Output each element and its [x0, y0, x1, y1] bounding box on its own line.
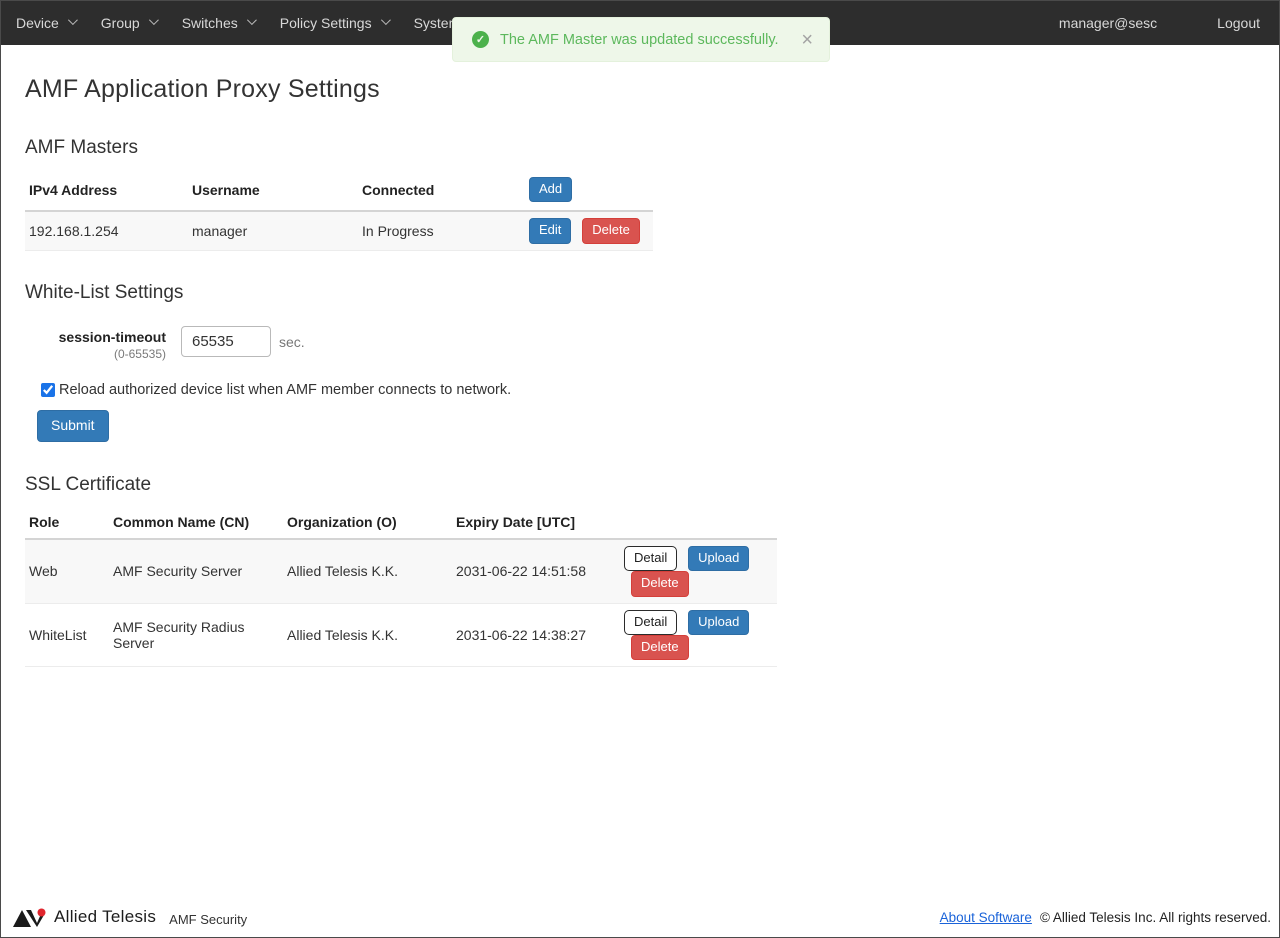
success-check-icon: ✓ — [472, 31, 489, 48]
ssl-certificate-section: SSL Certificate Role Common Name (CN) Or… — [25, 474, 1255, 667]
white-list-heading: White-List Settings — [25, 282, 1255, 304]
delete-button[interactable]: Delete — [631, 635, 689, 660]
footer-right-group: About Software © Allied Telesis Inc. All… — [940, 910, 1271, 925]
actions-cell: Detail Upload Delete — [624, 603, 777, 667]
organization-cell: Allied Telesis K.K. — [287, 539, 456, 603]
username-cell: manager — [192, 211, 362, 250]
page-title: AMF Application Proxy Settings — [25, 75, 1255, 104]
nav-item-label: Switches — [182, 15, 238, 31]
amf-masters-heading: AMF Masters — [25, 137, 1255, 159]
logout-button[interactable]: Logout — [1217, 15, 1264, 31]
chevron-down-icon — [381, 15, 391, 25]
session-timeout-label-group: session-timeout (0-65535) — [25, 326, 166, 361]
session-timeout-label: session-timeout — [25, 329, 166, 345]
amf-masters-section: AMF Masters IPv4 Address Username Connec… — [25, 137, 1255, 251]
nav-item-label: Device — [16, 15, 59, 31]
detail-button[interactable]: Detail — [624, 546, 677, 571]
brand-name: Allied Telesis — [54, 907, 156, 927]
common-name-cell: AMF Security Radius Server — [113, 603, 287, 667]
session-timeout-row: session-timeout (0-65535) sec. — [25, 326, 1255, 361]
table-row: Web AMF Security Server Allied Telesis K… — [25, 539, 777, 603]
product-name: AMF Security — [169, 908, 247, 927]
organization-cell: Allied Telesis K.K. — [287, 603, 456, 667]
table-row: 192.168.1.254 manager In Progress Edit D… — [25, 211, 653, 250]
table-header-row: Role Common Name (CN) Organization (O) E… — [25, 510, 777, 539]
actions-cell: Edit Delete — [529, 211, 653, 250]
success-toast: ✓ The AMF Master was updated successfull… — [452, 17, 830, 62]
logged-in-user: manager@sesc — [1059, 15, 1157, 31]
delete-button[interactable]: Delete — [582, 218, 640, 243]
amf-masters-table: IPv4 Address Username Connected Add 192.… — [25, 173, 653, 251]
chevron-down-icon — [149, 15, 159, 25]
page-footer: Allied Telesis AMF Security About Softwa… — [0, 901, 1280, 937]
column-header-common-name: Common Name (CN) — [113, 510, 287, 539]
column-header-actions — [624, 510, 777, 539]
main-content: AMF Application Proxy Settings AMF Maste… — [0, 75, 1280, 667]
nav-item-switches[interactable]: Switches — [169, 15, 267, 31]
edit-button[interactable]: Edit — [529, 218, 571, 243]
column-header-ipv4: IPv4 Address — [25, 173, 192, 211]
ssl-certificate-heading: SSL Certificate — [25, 474, 1255, 496]
connected-cell: In Progress — [362, 211, 529, 250]
chevron-down-icon — [247, 15, 257, 25]
seconds-unit-label: sec. — [279, 326, 305, 361]
copyright-text: © Allied Telesis Inc. All rights reserve… — [1040, 910, 1271, 925]
column-header-actions: Add — [529, 173, 653, 211]
detail-button[interactable]: Detail — [624, 610, 677, 635]
ipv4-cell: 192.168.1.254 — [25, 211, 192, 250]
upload-button[interactable]: Upload — [688, 546, 749, 571]
session-timeout-input[interactable] — [181, 326, 271, 357]
submit-button[interactable]: Submit — [37, 410, 109, 443]
reload-checkbox-label: Reload authorized device list when AMF m… — [59, 382, 511, 398]
role-cell: WhiteList — [25, 603, 113, 667]
expiry-cell: 2031-06-22 14:51:58 — [456, 539, 624, 603]
nav-right-group: manager@sesc Logout — [1059, 15, 1264, 31]
reload-checkbox-row: Reload authorized device list when AMF m… — [41, 382, 1255, 398]
upload-button[interactable]: Upload — [688, 610, 749, 635]
white-list-section: White-List Settings session-timeout (0-6… — [25, 282, 1255, 443]
about-software-link[interactable]: About Software — [940, 910, 1032, 925]
column-header-organization: Organization (O) — [287, 510, 456, 539]
nav-item-policy-settings[interactable]: Policy Settings — [267, 15, 401, 31]
toast-message: The AMF Master was updated successfully. — [500, 32, 779, 48]
chevron-down-icon — [68, 15, 78, 25]
column-header-role: Role — [25, 510, 113, 539]
session-timeout-range: (0-65535) — [25, 347, 166, 361]
table-header-row: IPv4 Address Username Connected Add — [25, 173, 653, 211]
column-header-expiry: Expiry Date [UTC] — [456, 510, 624, 539]
nav-item-device[interactable]: Device — [16, 15, 88, 31]
nav-item-label: Group — [101, 15, 140, 31]
column-header-connected: Connected — [362, 173, 529, 211]
add-button[interactable]: Add — [529, 177, 572, 202]
delete-button[interactable]: Delete — [631, 571, 689, 596]
nav-item-label: Policy Settings — [280, 15, 372, 31]
expiry-cell: 2031-06-22 14:38:27 — [456, 603, 624, 667]
column-header-username: Username — [192, 173, 362, 211]
reload-device-list-checkbox[interactable] — [41, 383, 55, 397]
role-cell: Web — [25, 539, 113, 603]
nav-item-group[interactable]: Group — [88, 15, 169, 31]
common-name-cell: AMF Security Server — [113, 539, 287, 603]
allied-telesis-logo-icon — [13, 908, 47, 928]
close-icon[interactable]: × — [799, 30, 815, 50]
table-row: WhiteList AMF Security Radius Server All… — [25, 603, 777, 667]
actions-cell: Detail Upload Delete — [624, 539, 777, 603]
ssl-certificate-table: Role Common Name (CN) Organization (O) E… — [25, 510, 777, 667]
